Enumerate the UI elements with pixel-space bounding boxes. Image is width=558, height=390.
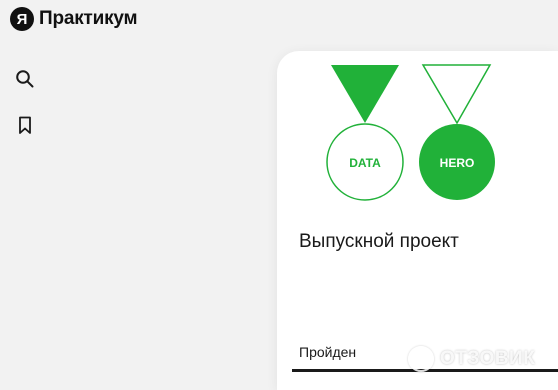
- hero-medal-ribbon: [421, 64, 492, 125]
- hero-medal: HERO: [419, 64, 495, 200]
- card-status: Пройден: [299, 344, 357, 360]
- card-title: Выпускной проект: [299, 231, 459, 252]
- bookmark-icon: [19, 116, 31, 134]
- otzovik-watermark: ОТЗОВИК: [408, 346, 535, 372]
- medals-illustration: DATA HERO: [326, 64, 495, 201]
- logo-text: Практикум: [39, 8, 138, 29]
- watermark-text: ОТЗОВИК: [440, 348, 536, 369]
- data-medal-label: DATA: [349, 156, 381, 170]
- search-icon: [16, 70, 34, 88]
- hero-medal-label: HERO: [440, 156, 475, 170]
- data-medal: DATA: [326, 65, 404, 201]
- praktikum-logo[interactable]: Я Практикум: [10, 7, 138, 31]
- search-button[interactable]: [14, 68, 36, 90]
- graduation-project-card[interactable]: DATA HERO Выпускной проект Пройден: [277, 51, 558, 390]
- otzovik-logo-icon: [408, 346, 434, 372]
- bookmark-button[interactable]: [14, 114, 36, 136]
- yandex-logo-mark: Я: [10, 7, 34, 31]
- data-medal-ribbon: [331, 65, 399, 123]
